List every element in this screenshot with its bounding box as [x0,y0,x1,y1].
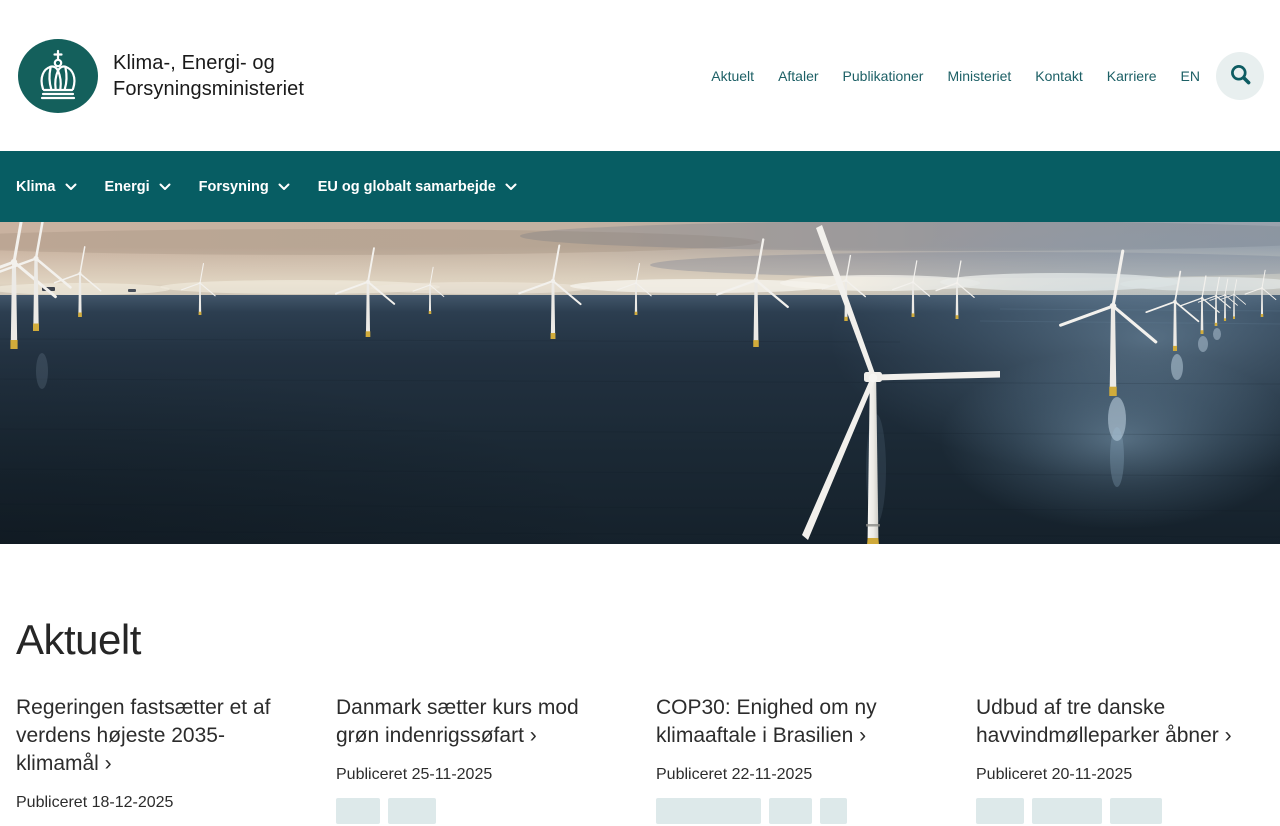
news-card-4: Udbud af tre danske havvindmølleparker å… [976,694,1264,826]
hero-image [0,222,1280,544]
main-nav-forsyning-label: Forsyning [198,178,269,195]
chevron-down-icon [159,179,171,195]
top-nav-language-en[interactable]: EN [1181,68,1200,84]
news-card-published-date: Publiceret 25-11-2025 [336,766,493,783]
top-nav-aktuelt[interactable]: Aktuelt [711,68,754,84]
news-card-2: Danmark sætter kurs mod grøn indenrigssø… [336,694,624,826]
news-card-published-date: Publiceret 20-11-2025 [976,766,1133,783]
news-card-1: Regeringen fastsætter et af verdens høje… [16,694,304,826]
crown-icon [18,38,98,113]
tag-chip[interactable] [388,798,436,824]
offshore-wind-turbines-photo [0,222,1280,544]
news-card-title-link[interactable]: Udbud af tre danske havvindmølleparker å… [976,694,1254,750]
news-card-title-link[interactable]: COP30: Enighed om ny klimaaftale i Brasi… [656,694,934,750]
chevron-down-icon [278,179,290,195]
main-content: Aktuelt Regeringen fastsætter et af verd… [0,617,1280,826]
top-nav: Aktuelt Aftaler Publikationer Ministerie… [711,51,1264,100]
ministry-name: Klima-, Energi- og Forsyningsministeriet [113,50,304,102]
tag-chip[interactable] [656,798,761,824]
top-nav-ministeriet[interactable]: Ministeriet [947,68,1011,84]
chevron-down-icon [65,179,77,195]
main-nav-klima[interactable]: Klima [16,179,77,195]
news-card-tags [336,798,624,824]
page-title: Aktuelt [16,616,141,663]
news-card-tags [656,798,944,824]
news-card-title-link[interactable]: Regeringen fastsætter et af verdens høje… [16,694,294,778]
tag-chip[interactable] [769,798,812,824]
tag-chip[interactable] [820,798,847,824]
main-nav-energi-label: Energi [104,178,150,195]
tag-chip[interactable] [1032,798,1102,824]
news-card-title-link[interactable]: Danmark sætter kurs mod grøn indenrigssø… [336,694,614,750]
main-nav-eu-label: EU og globalt samarbejde [317,178,496,195]
tag-chip[interactable] [1110,798,1162,824]
main-nav: Klima Energi Forsyning EU og globalt sam… [0,151,1280,222]
site-header: Klima-, Energi- og Forsyningsministeriet… [0,0,1280,151]
news-card-published-date: Publiceret 18-12-2025 [16,794,174,811]
top-nav-aftaler[interactable]: Aftaler [778,68,818,84]
top-nav-karriere[interactable]: Karriere [1107,68,1157,84]
search-button[interactable] [1216,51,1264,100]
news-grid: Regeringen fastsætter et af verdens høje… [16,694,1264,826]
tag-chip[interactable] [976,798,1024,824]
ministry-name-line1: Klima-, Energi- og [113,51,275,74]
news-card-tags [976,798,1264,824]
search-icon [1229,63,1252,89]
main-nav-forsyning[interactable]: Forsyning [199,179,290,195]
main-nav-energi[interactable]: Energi [105,179,171,195]
main-nav-eu-og-globalt-samarbejde[interactable]: EU og globalt samarbejde [318,179,517,195]
news-card-3: COP30: Enighed om ny klimaaftale i Brasi… [656,694,944,826]
chevron-down-icon [505,179,517,195]
tag-chip[interactable] [336,798,380,824]
news-card-published-date: Publiceret 22-11-2025 [656,766,813,783]
top-nav-publikationer[interactable]: Publikationer [843,68,924,84]
brand-logo[interactable]: Klima-, Energi- og Forsyningsministeriet [18,38,304,113]
top-nav-kontakt[interactable]: Kontakt [1035,68,1082,84]
ministry-name-line2: Forsyningsministeriet [113,77,305,100]
main-nav-klima-label: Klima [16,178,56,195]
